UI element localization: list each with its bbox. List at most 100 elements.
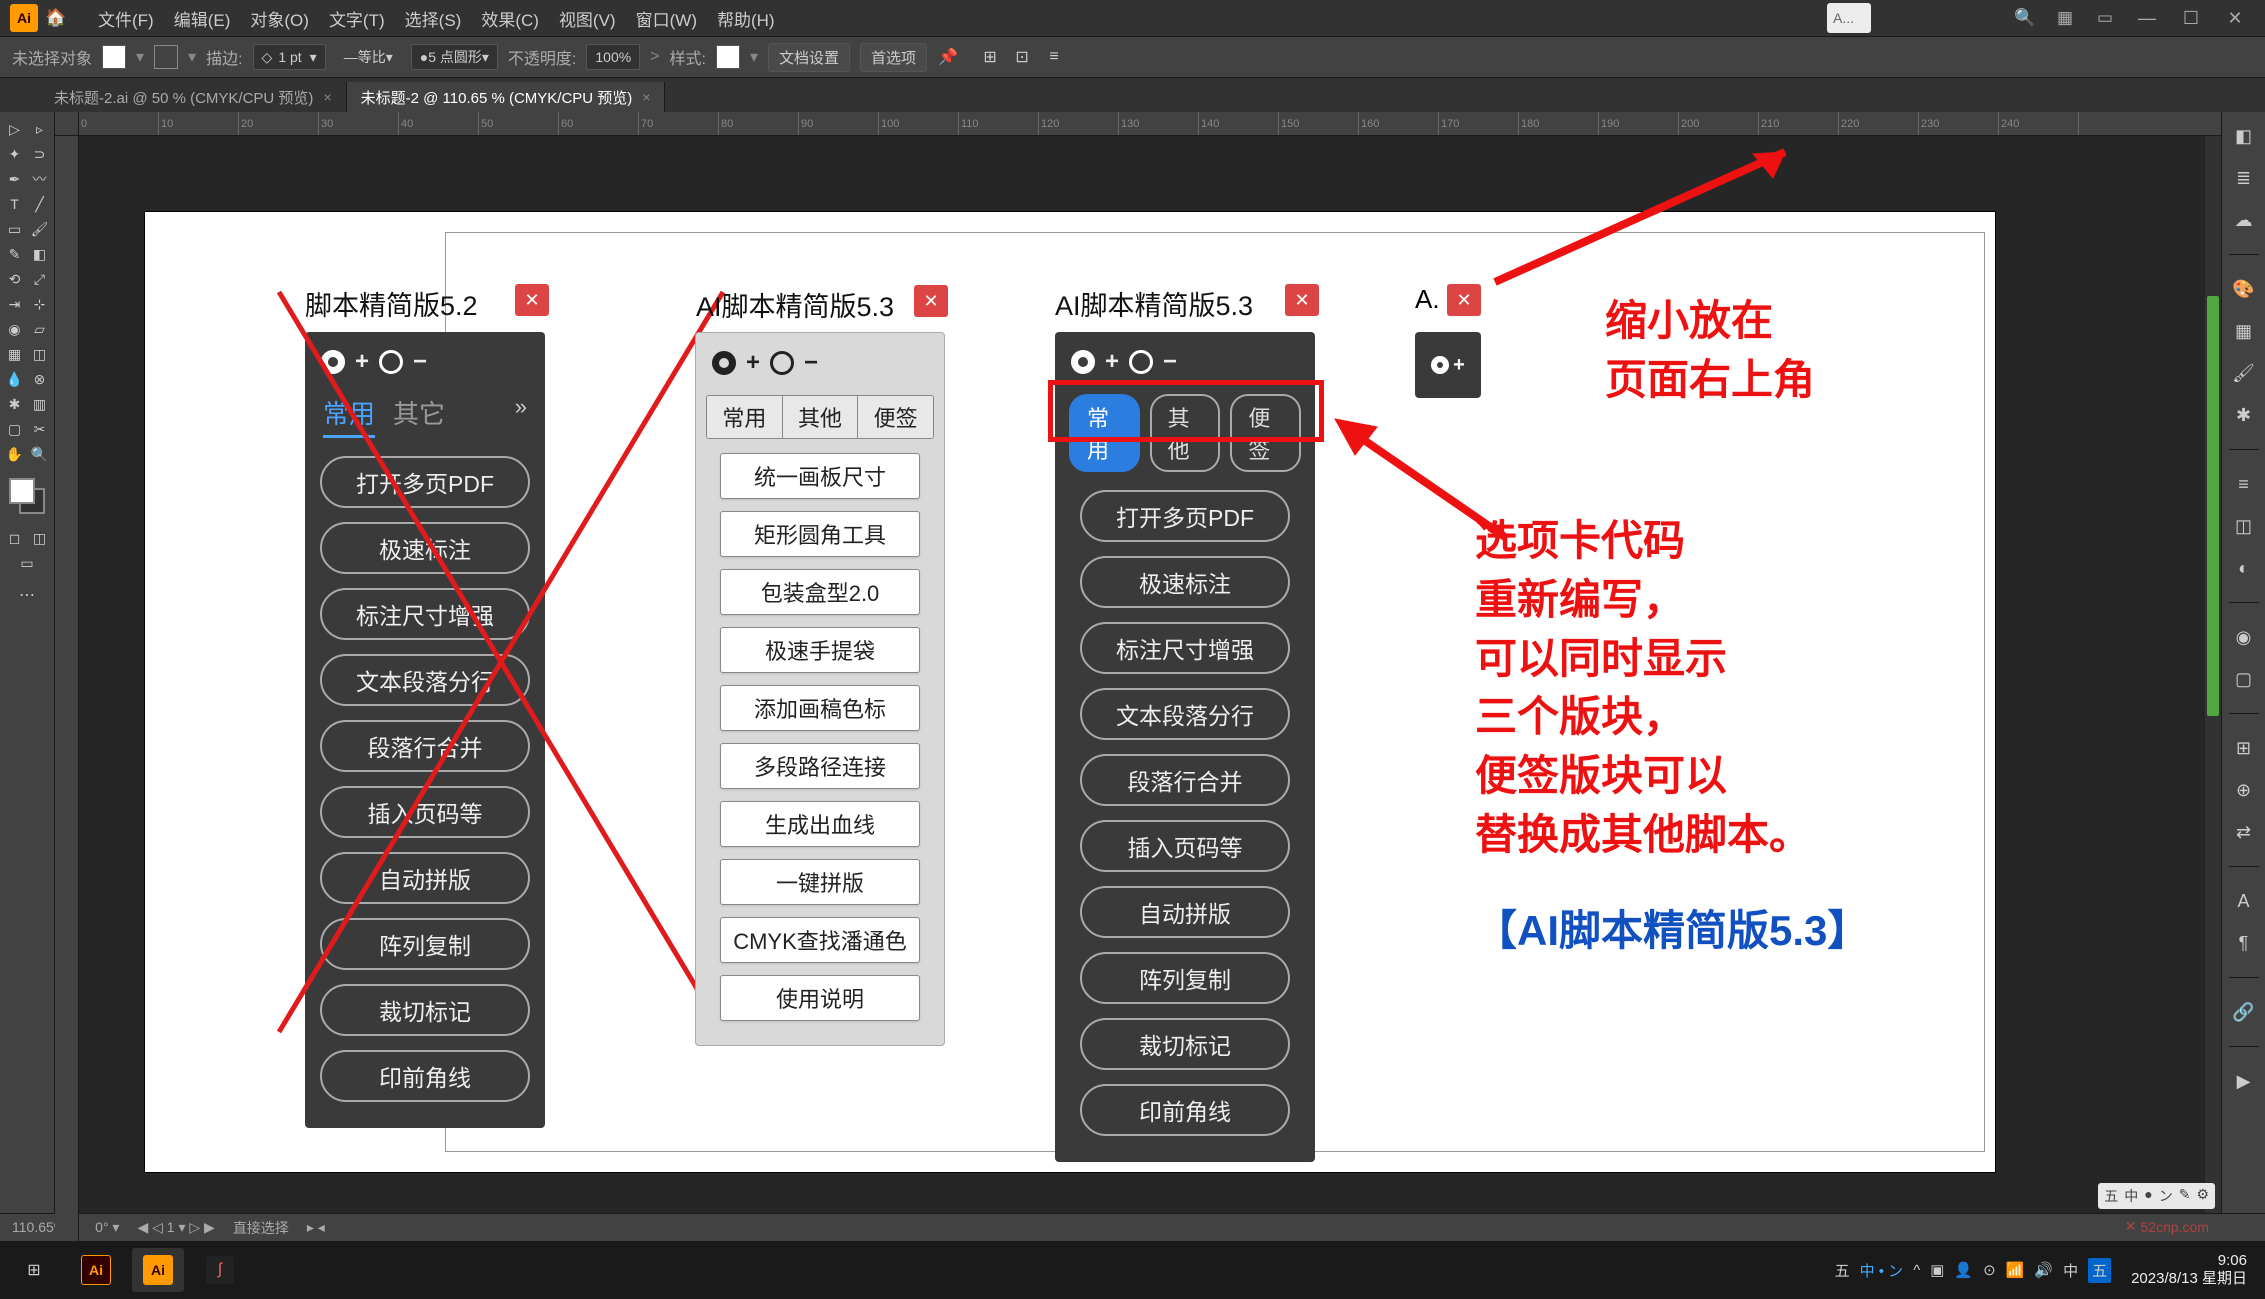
paragraph-panel-icon[interactable]: ¶ <box>2230 929 2258 957</box>
magic-wand-tool-icon[interactable]: ✦ <box>4 143 26 165</box>
artboard-tool-icon[interactable]: ▢ <box>4 418 26 440</box>
menu-help[interactable]: 帮助(H) <box>709 2 783 35</box>
color-panel-icon[interactable]: 🎨 <box>2230 275 2258 303</box>
symbols-panel-icon[interactable]: ✱ <box>2230 401 2258 429</box>
scale-tool-icon[interactable]: ⤢ <box>29 268 51 290</box>
swatches-panel-icon[interactable]: ▦ <box>2230 317 2258 345</box>
ime-icon[interactable]: 中 <box>2124 1186 2138 1206</box>
menu-edit[interactable]: 编辑(E) <box>166 2 239 35</box>
fill-stroke-colorbox[interactable] <box>9 478 45 514</box>
one-click-impose-button[interactable]: 一键拼版 <box>720 859 920 905</box>
tab-more-icon[interactable]: » <box>515 394 527 438</box>
properties-panel-icon[interactable]: ◧ <box>2230 122 2258 150</box>
maximize-button[interactable]: ☐ <box>2171 3 2211 33</box>
task-app-icon[interactable]: ∫ <box>194 1248 246 1292</box>
text-paragraph-split-button[interactable]: 文本段落分行 <box>320 654 530 706</box>
preferences-button[interactable]: 首选项 <box>860 43 927 72</box>
character-panel-icon[interactable]: A <box>2230 887 2258 915</box>
tab-other[interactable]: 其他 <box>783 396 859 438</box>
box-type-button[interactable]: 包装盒型2.0 <box>720 569 920 615</box>
handbag-button[interactable]: 极速手提袋 <box>720 627 920 673</box>
search-icon[interactable]: 🔍 <box>2010 3 2040 33</box>
brush-field[interactable]: ● 5 点圆形 ▾ <box>411 44 498 70</box>
text-paragraph-split-button[interactable]: 文本段落分行 <box>1080 688 1290 740</box>
slice-tool-icon[interactable]: ✂ <box>29 418 51 440</box>
rectangle-tool-icon[interactable]: ▭ <box>4 218 26 240</box>
tab-close-icon[interactable]: × <box>323 89 331 105</box>
line-tool-icon[interactable]: ╱ <box>29 193 51 215</box>
menu-file[interactable]: 文件(F) <box>90 2 162 35</box>
uniform-dropdown[interactable]: — 等比 ▾ <box>336 44 401 70</box>
paragraph-merge-button[interactable]: 段落行合并 <box>1080 754 1290 806</box>
tray-volume-icon[interactable]: 🔊 <box>2034 1261 2053 1279</box>
tray-chevron-icon[interactable]: ^ <box>1913 1262 1920 1279</box>
menu-view[interactable]: 视图(V) <box>551 2 624 35</box>
pin-icon[interactable]: 📌 <box>937 46 959 68</box>
panel-5-3-light-close-button[interactable]: ✕ <box>914 285 948 317</box>
stroke-panel-icon[interactable]: ≡ <box>2230 470 2258 498</box>
radio-icon[interactable] <box>1431 356 1449 374</box>
draw-behind-icon[interactable]: ◫ <box>29 527 51 549</box>
rounded-rect-button[interactable]: 矩形圆角工具 <box>720 511 920 557</box>
search-input[interactable]: A... <box>1827 3 1871 33</box>
tab-common[interactable]: 常用 <box>1069 394 1140 472</box>
minus-icon[interactable]: − <box>804 349 818 377</box>
edit-toolbar-icon[interactable]: ⋯ <box>15 583 39 607</box>
curvature-tool-icon[interactable]: 〰 <box>29 168 51 190</box>
draw-mode-icon[interactable]: ◻ <box>4 527 26 549</box>
links-panel-icon[interactable]: 🔗 <box>2230 998 2258 1026</box>
prepress-corner-button[interactable]: 印前角线 <box>1080 1084 1290 1136</box>
libraries-panel-icon[interactable]: ☁ <box>2230 206 2258 234</box>
minus-icon[interactable]: − <box>413 348 427 376</box>
artboard-nav[interactable]: ◀ ◁ 1 ▾ ▷ ▶ <box>137 1219 214 1236</box>
tab-other[interactable]: 其它 <box>393 394 445 438</box>
paintbrush-tool-icon[interactable]: 🖌 <box>29 218 51 240</box>
radio-icon[interactable] <box>1129 350 1153 374</box>
tray-ime-icon[interactable]: 五 <box>2088 1258 2111 1283</box>
menu-window[interactable]: 窗口(W) <box>628 2 705 35</box>
open-multipage-pdf-button[interactable]: 打开多页PDF <box>1080 490 1290 542</box>
unify-artboard-button[interactable]: 统一画板尺寸 <box>720 453 920 499</box>
task-ai-icon-1[interactable]: Ai <box>70 1248 122 1292</box>
layers-panel-icon[interactable]: ≣ <box>2230 164 2258 192</box>
array-copy-button[interactable]: 阵列复制 <box>320 918 530 970</box>
panel-menu-icon[interactable]: ≡ <box>1043 46 1065 68</box>
insert-page-number-button[interactable]: 插入页码等 <box>1080 820 1290 872</box>
style-swatch[interactable] <box>716 45 740 69</box>
align-panel-icon[interactable]: ⊞ <box>2230 734 2258 762</box>
shaper-tool-icon[interactable]: ✎ <box>4 243 26 265</box>
tray-network-icon[interactable]: 📶 <box>2006 1261 2025 1279</box>
pen-tool-icon[interactable]: ✒ <box>4 168 26 190</box>
radio-icon[interactable] <box>321 350 345 374</box>
ime-icon[interactable]: ✎ <box>2179 1186 2191 1206</box>
workspace-icon[interactable]: ▭ <box>2090 3 2120 33</box>
transparency-panel-icon[interactable]: ◐ <box>2230 554 2258 582</box>
plus-icon[interactable]: + <box>355 348 369 376</box>
menu-type[interactable]: 文字(T) <box>321 2 393 35</box>
hand-tool-icon[interactable]: ✋ <box>4 443 26 465</box>
start-button[interactable]: ⊞ <box>8 1248 60 1292</box>
document-tab[interactable]: 未标题-2.ai @ 50 % (CMYK/CPU 预览)× <box>40 82 347 112</box>
crop-marks-button[interactable]: 裁切标记 <box>1080 1018 1290 1070</box>
radio-icon[interactable] <box>1071 350 1095 374</box>
selection-tool-icon[interactable]: ▷ <box>4 118 26 140</box>
stroke-swatch[interactable] <box>154 45 178 69</box>
join-paths-button[interactable]: 多段路径连接 <box>720 743 920 789</box>
type-tool-icon[interactable]: T <box>4 193 26 215</box>
align-icon[interactable]: ⊞ <box>979 46 1001 68</box>
fill-swatch[interactable] <box>102 45 126 69</box>
arrange-icon[interactable]: ▦ <box>2050 3 2080 33</box>
floating-ime-bar[interactable]: 五 中 ● ン ✎ ⚙ <box>2098 1183 2215 1209</box>
plus-icon[interactable]: + <box>1453 354 1465 377</box>
minus-icon[interactable]: − <box>1163 348 1177 376</box>
play-icon[interactable]: ▶ <box>2230 1067 2258 1095</box>
taskbar-clock[interactable]: 9:06 2023/8/13 星期日 <box>2121 1252 2257 1288</box>
brushes-panel-icon[interactable]: 🖌 <box>2230 359 2258 387</box>
width-tool-icon[interactable]: ⇥ <box>4 293 26 315</box>
add-colorbar-button[interactable]: 添加画稿色标 <box>720 685 920 731</box>
screen-mode-icon[interactable]: ▭ <box>16 552 38 574</box>
mini-panel-close-button[interactable]: ✕ <box>1447 284 1481 316</box>
tab-other[interactable]: 其他 <box>1150 394 1221 472</box>
transform-panel-icon[interactable]: ⇄ <box>2230 818 2258 846</box>
canvas[interactable]: 0102030405060708090100110120130140150160… <box>55 112 2221 1241</box>
